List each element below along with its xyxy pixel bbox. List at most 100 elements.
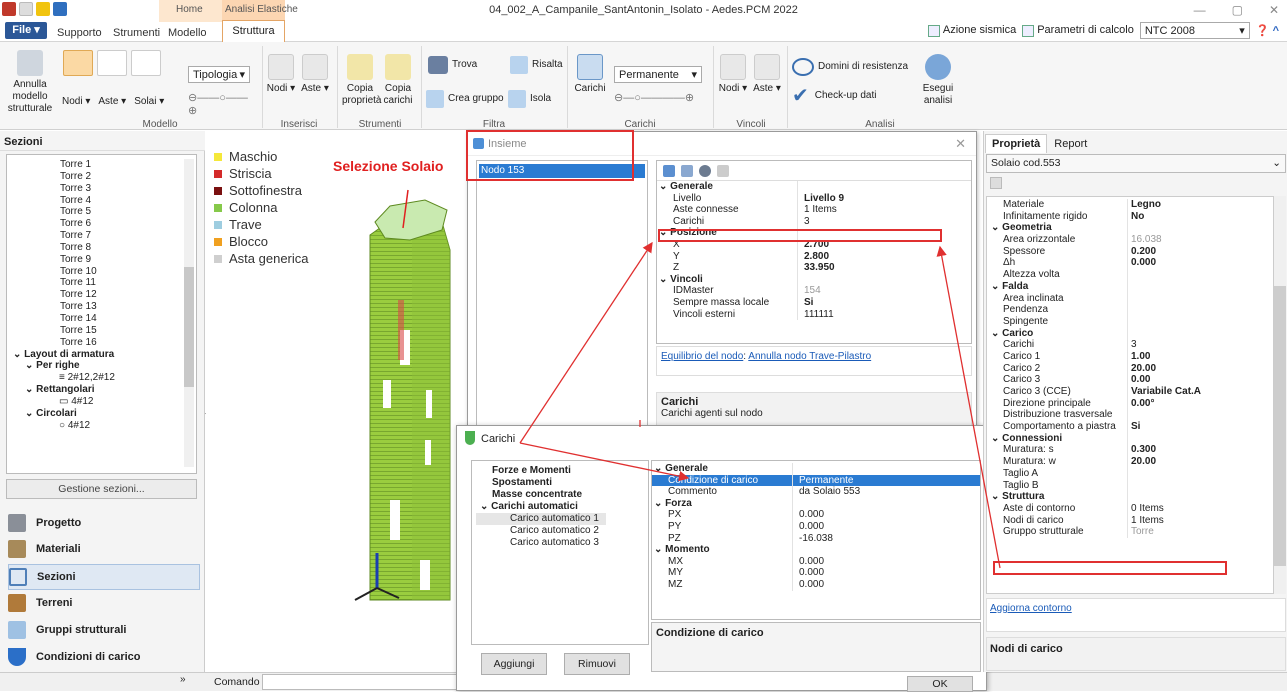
property-row[interactable]: Z 33.950	[657, 262, 971, 274]
nav-condizioni-carico[interactable]: Condizioni di carico	[8, 644, 200, 670]
nodi-dropdown[interactable]: Nodi ▾	[62, 96, 90, 108]
tree-item-torre[interactable]: Torre 12	[60, 289, 196, 301]
property-value[interactable]: da Solaio 553	[792, 486, 980, 498]
pages-icon[interactable]	[990, 177, 1002, 189]
tree-item-torre[interactable]: Torre 10	[60, 266, 196, 278]
tree-circolari-item[interactable]: ○ 4#12	[7, 420, 196, 432]
property-row[interactable]: Livello Livello 9	[657, 192, 971, 205]
property-row[interactable]: Carichi 3	[657, 215, 971, 228]
properties-scroll-thumb[interactable]	[1274, 286, 1286, 566]
property-value[interactable]: 3	[1127, 339, 1273, 351]
solai-dropdown[interactable]: Solai ▾	[134, 96, 164, 108]
property-row[interactable]: Carichi 3	[987, 339, 1273, 351]
property-row[interactable]: Muratura: w 20.00	[987, 456, 1273, 468]
tree-item-torre[interactable]: Torre 15	[60, 325, 196, 337]
inserisci-aste-button[interactable]: Aste ▾	[300, 54, 330, 95]
chevron-down-icon[interactable]: ⌄	[991, 433, 1002, 444]
property-row[interactable]: Nodi di carico 1 Items	[987, 514, 1273, 527]
aste-toggle-icon[interactable]	[97, 50, 127, 76]
tree-item-torre[interactable]: Torre 3	[60, 183, 196, 195]
selected-object-select[interactable]: Solaio cod.553 ⌄	[986, 154, 1286, 173]
property-value[interactable]: 0.200	[1127, 245, 1273, 258]
property-value[interactable]: Torre	[1127, 526, 1273, 538]
azione-sismica-toggle[interactable]: Azione sismica	[927, 24, 1016, 37]
tab-modello[interactable]: Modello	[168, 27, 207, 39]
property-row[interactable]: Condizione di carico Permanente	[652, 474, 980, 487]
sezioni-tree[interactable]: Torre 1 Torre 2 Torre 3 Torre 4 Torre 5 Torre…	[6, 154, 197, 474]
close-icon[interactable]: ✕	[1269, 3, 1279, 17]
property-row[interactable]: Vincoli esterni 111111	[657, 308, 971, 321]
isola-button[interactable]: Isola	[508, 90, 551, 108]
property-row[interactable]: Pendenza	[987, 304, 1273, 316]
property-value[interactable]	[1127, 269, 1273, 281]
property-row[interactable]: Altezza volta	[987, 269, 1273, 281]
property-row[interactable]: MY 0.000	[652, 567, 980, 579]
tree-masse-concentrate[interactable]: Masse concentrate	[476, 489, 648, 501]
property-value[interactable]: Variabile Cat.A	[1127, 386, 1273, 398]
property-value[interactable]	[1127, 409, 1273, 422]
tree-layout-armatura[interactable]: ⌄ Layout di armatura	[7, 349, 196, 361]
insieme-property-grid[interactable]: ⌄ Generale Livello Livello 9 Aste connesse 1…	[656, 160, 972, 344]
solai-toggle-icon[interactable]	[131, 50, 161, 76]
property-row[interactable]: Area orizzontale 16.038	[987, 234, 1273, 246]
property-category[interactable]: ⌄ Connessioni	[987, 432, 1273, 445]
checkup-button[interactable]: ✔ Check-up dati	[792, 86, 876, 106]
equilibrio-link[interactable]: Equilibrio del nodo	[661, 351, 743, 362]
property-value[interactable]: -16.038	[792, 532, 980, 545]
maximize-icon[interactable]: ▢	[1232, 3, 1243, 17]
property-value[interactable]: 0.000	[1127, 257, 1273, 270]
property-category[interactable]: ⌄ Falda	[987, 280, 1273, 293]
help-icon[interactable]: ❓ ^	[1256, 24, 1279, 37]
property-category[interactable]: ⌄ Struttura	[987, 491, 1273, 503]
property-row[interactable]: Distribuzione trasversale	[987, 409, 1273, 422]
file-menu-button[interactable]: File ▾	[5, 22, 47, 39]
close-icon[interactable]: ✕	[955, 136, 966, 152]
tree-item-torre[interactable]: Torre 13	[60, 301, 196, 313]
property-category[interactable]: ⌄ Forza	[652, 497, 980, 510]
property-category[interactable]: ⌄ Momento	[652, 544, 980, 556]
tab-supporto[interactable]: Supporto	[57, 27, 102, 39]
tree-item-torre[interactable]: Torre 8	[60, 242, 196, 254]
property-value[interactable]: 20.00	[1127, 456, 1273, 468]
property-value[interactable]: Permanente	[792, 474, 980, 487]
property-value[interactable]: 0.000	[792, 555, 980, 568]
property-row[interactable]: Aste connesse 1 Items	[657, 204, 971, 216]
property-row[interactable]: Commento da Solaio 553	[652, 486, 980, 498]
tree-rettangolari-item[interactable]: ▭ 4#12	[7, 396, 196, 408]
carichi-property-grid[interactable]: ⌄ Generale Condizione di carico Permanente…	[651, 460, 981, 620]
aggiorna-contorno-link[interactable]: Aggiorna contorno	[990, 603, 1072, 614]
tree-item-torre[interactable]: Torre 1	[60, 159, 196, 171]
property-category[interactable]: ⌄ Vincoli	[657, 273, 971, 286]
property-value[interactable]	[1127, 304, 1273, 316]
tree-item-torre[interactable]: Torre 7	[60, 230, 196, 242]
property-category[interactable]: ⌄ Carico	[987, 327, 1273, 340]
chevron-down-icon[interactable]: ⌄	[991, 491, 1002, 502]
vincoli-nodi-button[interactable]: Nodi ▾	[718, 54, 748, 95]
risalta-button[interactable]: Risalta	[510, 56, 563, 74]
property-row[interactable]: Sempre massa locale Si	[657, 296, 971, 309]
property-row[interactable]: Carico 1 1.00	[987, 350, 1273, 363]
property-value[interactable]: 20.00	[1127, 362, 1273, 375]
property-value[interactable]: 1 Items	[1127, 514, 1273, 527]
property-row[interactable]: Comportamento a piastra Si	[987, 421, 1273, 433]
tree-circolari[interactable]: ⌄ Circolari	[7, 408, 196, 420]
property-row[interactable]: PX 0.000	[652, 509, 980, 521]
chevron-down-icon[interactable]: ⌄	[991, 281, 1002, 292]
tab-proprieta[interactable]: Proprietà	[985, 134, 1048, 153]
property-category[interactable]: ⌄ Geometria	[987, 222, 1273, 235]
expand-icon[interactable]: »	[180, 674, 186, 685]
tree-scrollbar[interactable]	[184, 159, 194, 467]
property-row[interactable]: Δh 0.000	[987, 257, 1273, 270]
property-value[interactable]: 1 Items	[797, 204, 971, 216]
property-value[interactable]: 0.000	[792, 567, 980, 579]
tab-strumenti[interactable]: Strumenti	[113, 27, 160, 39]
tree-per-righe-item[interactable]: ≡ 2#12,2#12	[7, 372, 196, 384]
tab-report[interactable]: Report	[1047, 134, 1095, 153]
tree-carico-automatico-1[interactable]: Carico automatico 1	[476, 513, 606, 525]
property-value[interactable]: Si	[797, 296, 971, 309]
annulla-nodo-link[interactable]: Annulla nodo Trave-Pilastro	[748, 351, 871, 362]
property-row[interactable]: Taglio B	[987, 479, 1273, 492]
tree-carico-automatico-3[interactable]: Carico automatico 3	[476, 537, 648, 549]
aste-dropdown[interactable]: Aste ▾	[98, 96, 126, 108]
property-row[interactable]: Aste di contorno 0 Items	[987, 502, 1273, 515]
